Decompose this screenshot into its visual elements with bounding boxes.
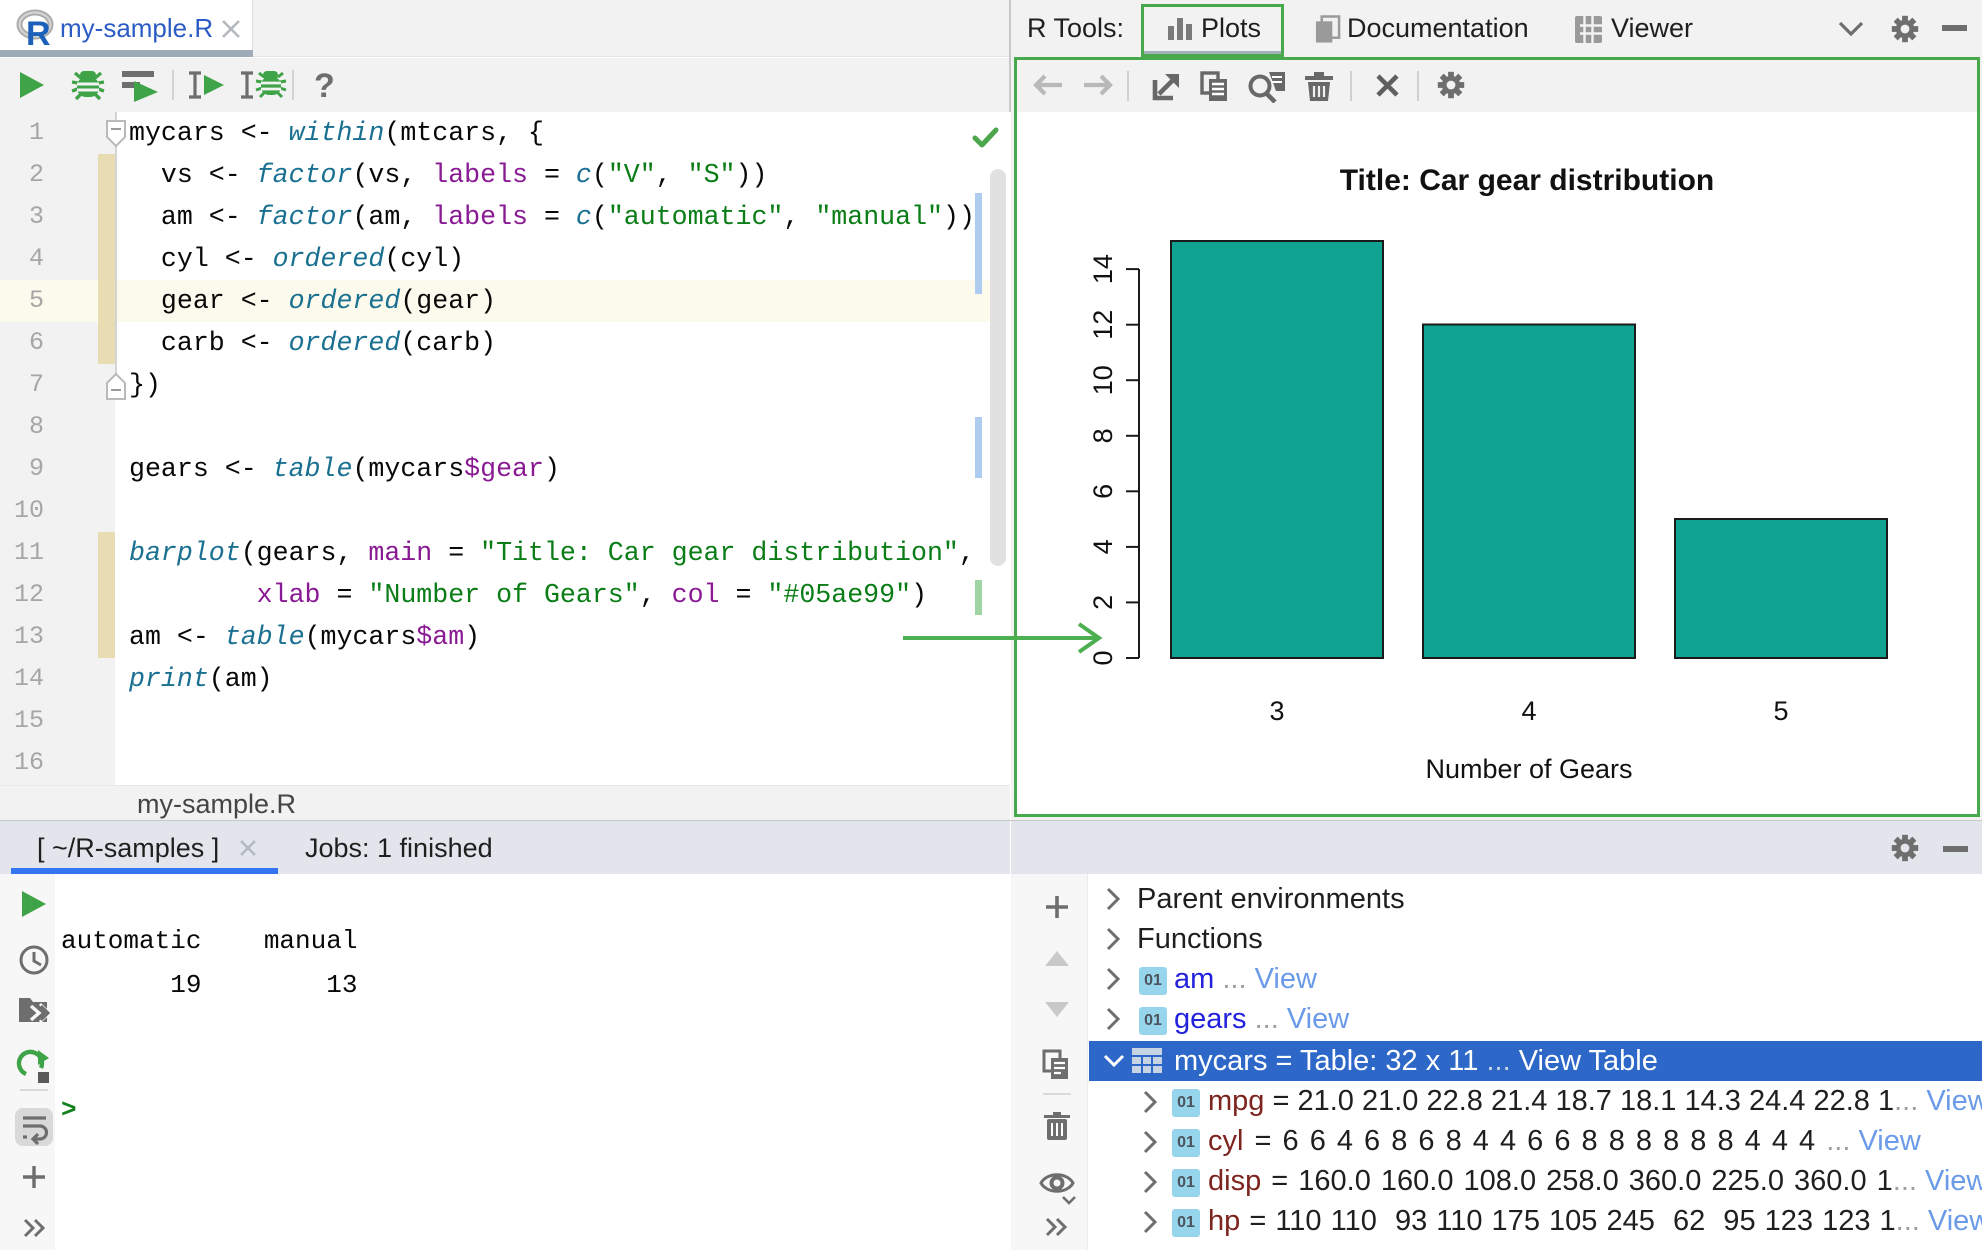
svg-text:Title: Car gear distribution: Title: Car gear distribution — [1340, 164, 1715, 197]
svg-text:3: 3 — [1269, 696, 1284, 726]
svg-text:8: 8 — [1088, 428, 1118, 443]
svg-text:Number of Gears: Number of Gears — [1425, 754, 1632, 784]
svg-text:14: 14 — [1088, 254, 1118, 284]
svg-text:R: R — [26, 15, 51, 49]
svg-text:4: 4 — [1088, 539, 1118, 554]
svg-text:4: 4 — [1521, 696, 1536, 726]
svg-text:10: 10 — [1088, 365, 1118, 395]
svg-text:5: 5 — [1773, 696, 1788, 726]
svg-text:6: 6 — [1088, 484, 1118, 499]
svg-text:?: ? — [314, 68, 335, 102]
svg-text:12: 12 — [1088, 310, 1118, 340]
svg-text:2: 2 — [1088, 595, 1118, 610]
